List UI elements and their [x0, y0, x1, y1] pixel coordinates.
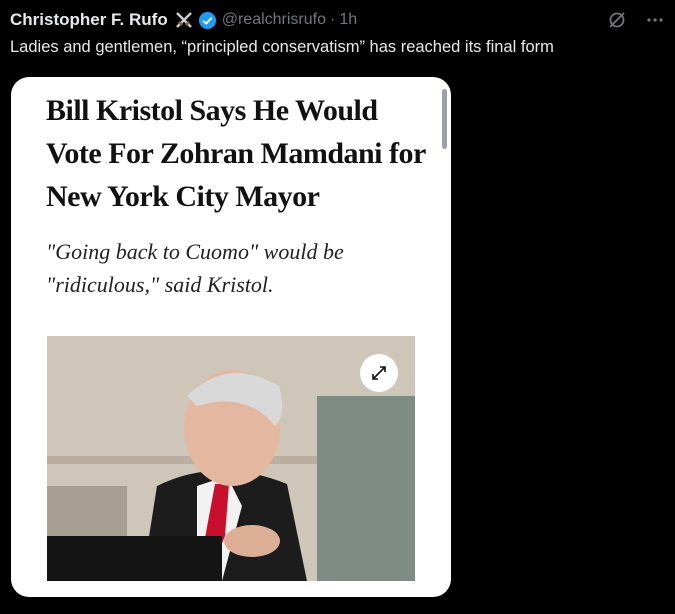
grok-icon[interactable]: [607, 10, 627, 30]
article-image-card[interactable]: Bill Kristol Says He Would Vote For Zohr…: [11, 77, 451, 597]
tweet-text: Ladies and gentlemen, “principled conser…: [10, 38, 554, 56]
article-photo: [47, 336, 415, 581]
article-headline: Bill Kristol Says He Would Vote For Zohr…: [46, 94, 426, 213]
timestamp[interactable]: 1h: [339, 11, 357, 29]
more-icon[interactable]: [645, 10, 665, 30]
crossed-swords-icon: [175, 12, 192, 28]
verified-badge-icon: [198, 11, 216, 29]
tweet-header: Christopher F. Rufo @realchrisrufo · 1h: [10, 9, 665, 31]
expand-button[interactable]: [360, 354, 398, 392]
header-actions: [607, 10, 665, 30]
article-subhead: "Going back to Cuomo" would be "ridiculo…: [46, 239, 344, 297]
expand-icon: [372, 366, 386, 380]
card-scrollbar: [442, 89, 447, 149]
author-name[interactable]: Christopher F. Rufo: [10, 10, 168, 30]
separator-dot: ·: [330, 11, 336, 28]
author-handle[interactable]: @realchrisrufo: [222, 11, 326, 29]
